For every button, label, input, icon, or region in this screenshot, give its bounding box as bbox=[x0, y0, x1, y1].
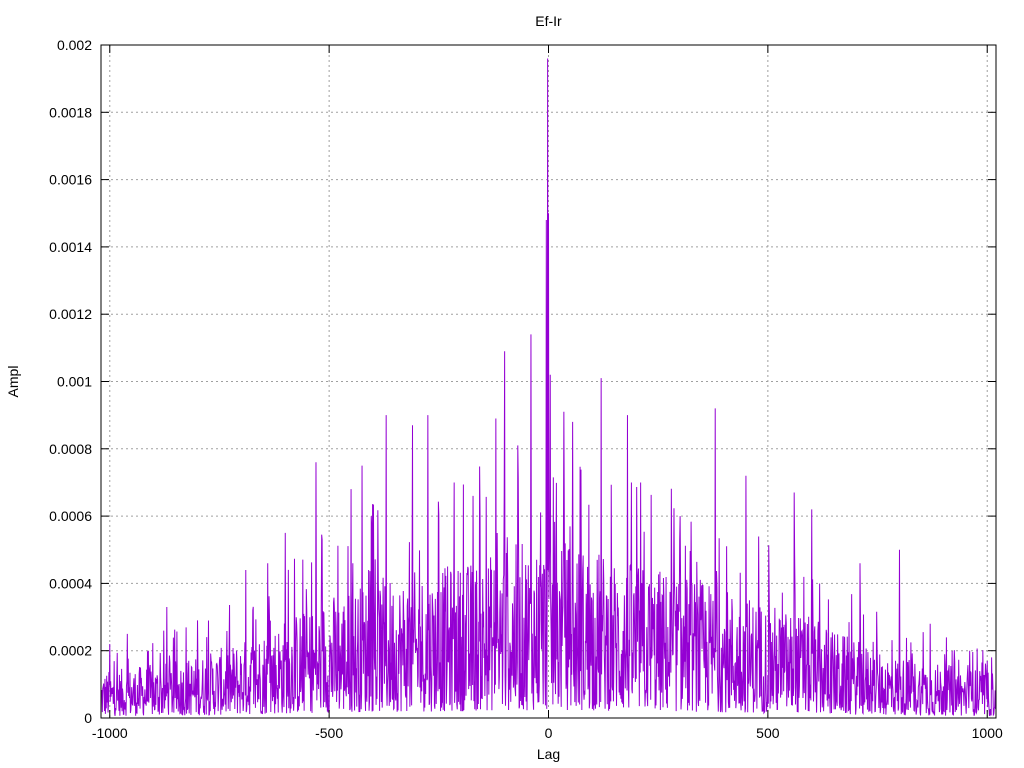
y-tick-label: 0.001 bbox=[57, 374, 92, 390]
y-tick-label: 0.0014 bbox=[49, 239, 92, 255]
chart: 0 0.0002 0.0004 0.0006 0.0008 0.001 0.0012 0.00… bbox=[0, 0, 1024, 768]
x-axis-label: Lag bbox=[537, 746, 560, 762]
chart-title: Ef-Ir bbox=[535, 13, 562, 29]
y-axis-label: Ampl bbox=[5, 366, 21, 398]
y-tick-label: 0.0008 bbox=[49, 441, 92, 457]
y-tick-label: 0.0018 bbox=[49, 104, 92, 120]
x-tick-label: 500 bbox=[756, 725, 780, 741]
y-tick-label: 0.0016 bbox=[49, 172, 92, 188]
y-tick-label: 0 bbox=[84, 710, 92, 726]
x-tick-label: 0 bbox=[545, 725, 553, 741]
y-tick-label: 0.0004 bbox=[49, 575, 92, 591]
y-tick-label: 0.002 bbox=[57, 37, 92, 53]
x-tick-label: -500 bbox=[315, 725, 343, 741]
x-tick-label: -1000 bbox=[92, 725, 128, 741]
x-tick-label: 1000 bbox=[972, 725, 1003, 741]
y-tick-label: 0.0006 bbox=[49, 508, 92, 524]
y-tick-label: 0.0002 bbox=[49, 643, 92, 659]
y-tick-label: 0.0012 bbox=[49, 306, 92, 322]
